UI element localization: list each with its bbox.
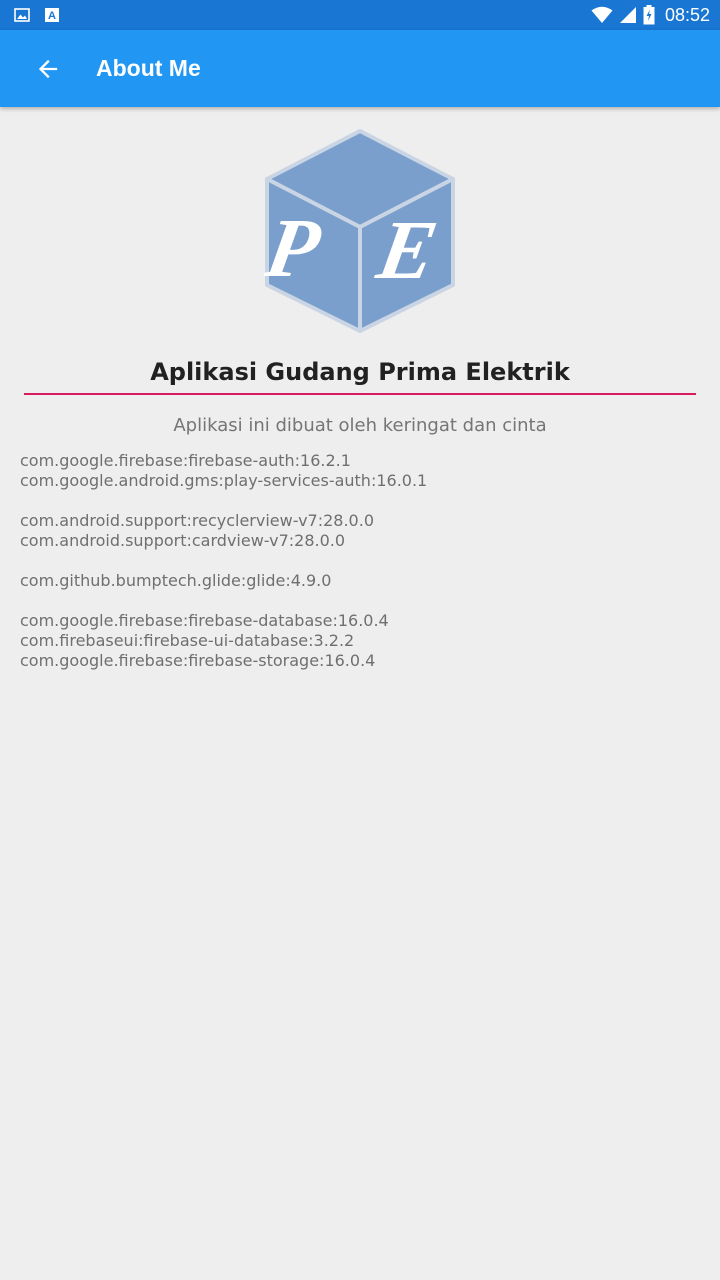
library-list: com.google.firebase:firebase-auth:16.2.1… (20, 451, 427, 691)
library-item: com.google.firebase:firebase-database:16… (20, 611, 389, 630)
library-group-firebase-data: com.google.firebase:firebase-database:16… (20, 611, 427, 671)
library-item: com.google.firebase:firebase-storage:16.… (20, 651, 376, 670)
back-button[interactable] (28, 48, 70, 90)
library-item: com.google.firebase:firebase-auth:16.2.1 (20, 451, 351, 470)
library-item: com.github.bumptech.glide:glide:4.9.0 (20, 571, 332, 590)
app-name: Aplikasi Gudang Prima Elektrik (150, 358, 570, 386)
svg-text:A: A (48, 10, 56, 22)
signal-icon (619, 7, 636, 23)
library-group-firebase-auth: com.google.firebase:firebase-auth:16.2.1… (20, 451, 427, 491)
status-bar: A 08:52 (0, 0, 720, 30)
library-item: com.google.android.gms:play-services-aut… (20, 471, 428, 490)
arrow-back-icon (38, 59, 58, 79)
image-icon (14, 8, 30, 22)
library-item: com.firebaseui:firebase-ui-database:3.2.… (20, 631, 355, 650)
divider (24, 393, 696, 395)
tagline: Aplikasi ini dibuat oleh keringat dan ci… (173, 415, 547, 436)
library-group-support: com.android.support:recyclerview-v7:28.0… (20, 511, 427, 551)
library-item: com.android.support:recyclerview-v7:28.0… (20, 511, 374, 530)
app-logo-cube: P E (264, 129, 455, 333)
font-icon: A (45, 8, 59, 22)
library-item: com.android.support:cardview-v7:28.0.0 (20, 531, 346, 550)
battery-icon (643, 5, 655, 25)
clock: 08:52 (664, 4, 710, 25)
wifi-icon (591, 6, 613, 23)
app-bar: About Me (0, 30, 720, 107)
page-title: About Me (96, 55, 201, 81)
library-group-glide: com.github.bumptech.glide:glide:4.9.0 (20, 571, 427, 591)
